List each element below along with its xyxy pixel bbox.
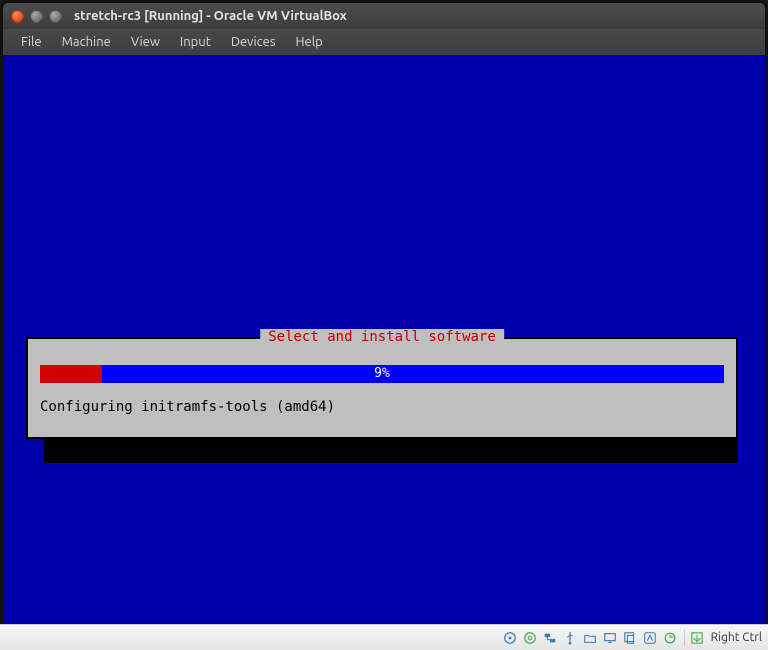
menubar: File Machine View Input Devices Help <box>3 29 765 55</box>
recording-icon[interactable] <box>622 630 638 646</box>
maximize-icon[interactable] <box>49 10 62 23</box>
host-key-icon[interactable] <box>691 632 703 644</box>
install-dialog: Select and install software 9% Configuri… <box>26 337 738 439</box>
close-icon[interactable] <box>11 10 24 23</box>
menu-view[interactable]: View <box>121 31 170 53</box>
usb-icon[interactable] <box>562 630 578 646</box>
menu-file[interactable]: File <box>11 31 52 53</box>
display-icon[interactable] <box>602 630 618 646</box>
network-icon[interactable] <box>542 630 558 646</box>
statusbar: Right Ctrl <box>0 624 768 650</box>
install-status-text: Configuring initramfs-tools (amd64) <box>40 399 724 415</box>
install-dialog-title: Select and install software <box>260 329 504 345</box>
menu-help[interactable]: Help <box>286 31 333 53</box>
titlebar: stretch-rc3 [Running] - Oracle VM Virtua… <box>3 3 765 29</box>
menu-machine[interactable]: Machine <box>52 31 121 53</box>
minimize-icon[interactable] <box>30 10 43 23</box>
statusbar-separator <box>684 630 685 646</box>
progress-percent: 9% <box>40 365 724 383</box>
window-title: stretch-rc3 [Running] - Oracle VM Virtua… <box>74 9 347 23</box>
virtualization-icon[interactable] <box>642 630 658 646</box>
menu-devices[interactable]: Devices <box>221 31 286 53</box>
host-key-label: Right Ctrl <box>711 631 762 644</box>
optical-drive-icon[interactable] <box>522 630 538 646</box>
progress-bar: 9% <box>40 365 724 383</box>
vm-guest-screen[interactable]: Select and install software 9% Configuri… <box>3 55 765 624</box>
menu-input[interactable]: Input <box>170 31 221 53</box>
mouse-integration-icon[interactable] <box>662 630 678 646</box>
shared-folders-icon[interactable] <box>582 630 598 646</box>
hard-disk-icon[interactable] <box>502 630 518 646</box>
